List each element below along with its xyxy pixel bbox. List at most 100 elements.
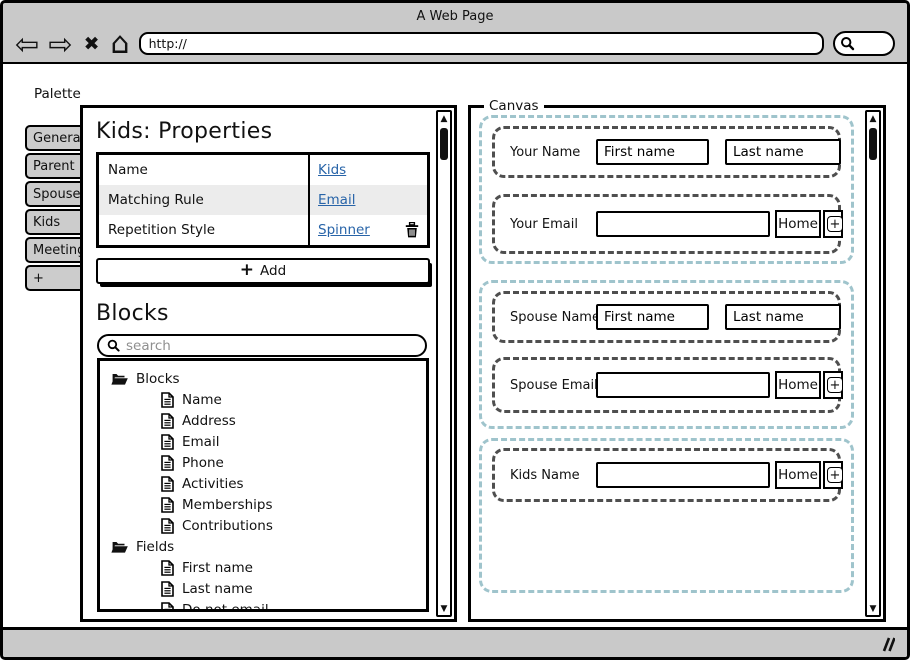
tree-item-name[interactable]: Name	[161, 389, 426, 410]
add-button-label: Add	[260, 263, 286, 279]
widget-kids-name[interactable]: Kids Name Home ▼ +	[492, 448, 841, 502]
tree-item-label: First name	[182, 560, 253, 576]
folder-icon	[111, 540, 128, 553]
add-field-button[interactable]: +	[827, 467, 843, 483]
property-name: Repetition Style	[99, 215, 308, 245]
tree-folder-blocks[interactable]: Blocks	[111, 368, 426, 389]
resize-grip-icon[interactable]	[877, 637, 895, 652]
url-bar[interactable]: http://	[139, 32, 824, 55]
add-field-button[interactable]: +	[827, 377, 843, 393]
scroll-up-icon: ▲	[441, 114, 448, 124]
scroll-down-button[interactable]: ▼	[438, 602, 450, 615]
email-input[interactable]	[596, 372, 770, 398]
properties-scrollbar[interactable]: ▲ ▼	[436, 110, 452, 617]
widget-spouse-email[interactable]: Spouse Email Home ▼ +	[492, 357, 841, 413]
tree-item-contributions[interactable]: Contributions	[161, 515, 426, 536]
combobox-value[interactable]: Home	[775, 371, 821, 399]
tree-item-activities[interactable]: Activities	[161, 473, 426, 494]
first-name-input[interactable]	[596, 304, 709, 330]
back-icon[interactable]: ⇦	[15, 29, 39, 59]
home-icon[interactable]: ⌂	[111, 29, 130, 59]
palette-tab-meeting[interactable]: Meeting	[25, 237, 86, 263]
document-icon	[161, 413, 174, 429]
last-name-input[interactable]	[725, 304, 841, 330]
palette-tab-spouse[interactable]: Spouse	[25, 181, 86, 207]
canvas-scrollbar[interactable]: ▲ ▼	[865, 110, 881, 617]
field-label: Spouse Email	[510, 378, 596, 393]
add-field-button[interactable]: +	[827, 216, 843, 232]
browser-titlebar: A Web Page	[3, 3, 907, 27]
add-property-button[interactable]: + Add	[96, 258, 430, 284]
forward-icon[interactable]: ⇨	[48, 29, 72, 59]
tree-item-last-name[interactable]: Last name	[161, 578, 426, 599]
document-icon	[161, 518, 174, 534]
widget-spouse-name[interactable]: Spouse Name	[492, 291, 841, 343]
property-value-link[interactable]: Email	[318, 192, 355, 208]
close-icon[interactable]: ✖	[82, 29, 102, 59]
palette-tab-parent[interactable]: Parent	[25, 153, 86, 179]
tree-item-label: Last name	[182, 581, 253, 597]
plus-icon: +	[830, 218, 841, 231]
property-name: Name	[99, 155, 308, 185]
folder-icon	[111, 372, 128, 385]
blocks-tree: Blocks Name Address Email Phone	[97, 358, 429, 612]
email-input[interactable]	[596, 211, 770, 237]
scroll-up-icon: ▲	[870, 114, 877, 124]
palette-tab-general[interactable]: General	[25, 125, 86, 151]
scroll-up-button[interactable]: ▲	[867, 112, 879, 125]
first-name-input[interactable]	[596, 139, 709, 165]
browser-toolbar: ⇦ ⇨ ✖ ⌂ http://	[3, 25, 907, 62]
widget-your-email[interactable]: Your Email Home ▼ +	[492, 194, 841, 254]
canvas-group-your-info[interactable]: Your Name Your Email Home ▼ +	[479, 115, 854, 264]
blocks-search-box[interactable]	[97, 334, 427, 357]
browser-search-box[interactable]	[833, 31, 895, 56]
palette-tab-add[interactable]: +	[25, 265, 86, 291]
widget-your-name[interactable]: Your Name	[492, 126, 841, 178]
scrollbar-thumb[interactable]	[440, 128, 448, 160]
palette-tabs: General Parent Spouse Kids Meeting +	[25, 125, 86, 293]
tree-item-first-name[interactable]: First name	[161, 557, 426, 578]
scroll-down-icon: ▼	[441, 604, 448, 614]
tree-item-do-not-email[interactable]: Do not email	[161, 599, 426, 612]
tree-item-memberships[interactable]: Memberships	[161, 494, 426, 515]
document-icon	[161, 581, 174, 597]
tree-folder-fields[interactable]: Fields	[111, 536, 426, 557]
property-value-link[interactable]: Spinner	[318, 222, 370, 238]
palette-label: Palette	[34, 86, 81, 102]
last-name-input[interactable]	[725, 139, 841, 165]
table-row: Name Kids	[99, 155, 427, 185]
combobox-value[interactable]: Home	[775, 210, 821, 238]
blocks-search-input[interactable]	[126, 338, 417, 354]
document-icon	[161, 602, 174, 613]
kids-name-input[interactable]	[596, 462, 770, 488]
status-bar	[3, 627, 907, 657]
properties-panel: Kids: Properties Name Kids Matching Rule…	[80, 105, 457, 622]
document-icon	[161, 560, 174, 576]
document-icon	[161, 455, 174, 471]
combobox-value[interactable]: Home	[775, 461, 821, 489]
tree-item-address[interactable]: Address	[161, 410, 426, 431]
tab-label: General	[33, 131, 84, 146]
tree-item-label: Contributions	[182, 518, 273, 534]
document-icon	[161, 476, 174, 492]
scroll-up-button[interactable]: ▲	[438, 112, 450, 125]
tab-label: +	[33, 271, 44, 286]
canvas-group-kids-info[interactable]: Kids Name Home ▼ +	[479, 438, 854, 593]
property-value-link[interactable]: Kids	[318, 162, 346, 178]
document-icon	[161, 497, 174, 513]
field-label: Your Email	[510, 217, 596, 232]
canvas-group-spouse-info[interactable]: Spouse Name Spouse Email Home ▼ +	[479, 280, 854, 429]
tree-item-label: Name	[182, 392, 222, 408]
tree-item-label: Memberships	[182, 497, 272, 513]
tree-item-email[interactable]: Email	[161, 431, 426, 452]
field-label: Spouse Name	[510, 310, 596, 325]
scrollbar-thumb[interactable]	[869, 128, 877, 160]
trash-icon[interactable]	[405, 222, 419, 238]
tree-item-label: Phone	[182, 455, 224, 471]
tree-item-label: Email	[182, 434, 219, 450]
document-icon	[161, 434, 174, 450]
scroll-down-button[interactable]: ▼	[867, 602, 879, 615]
tree-item-label: Blocks	[136, 371, 180, 387]
tree-item-phone[interactable]: Phone	[161, 452, 426, 473]
palette-tab-kids[interactable]: Kids	[25, 209, 86, 235]
